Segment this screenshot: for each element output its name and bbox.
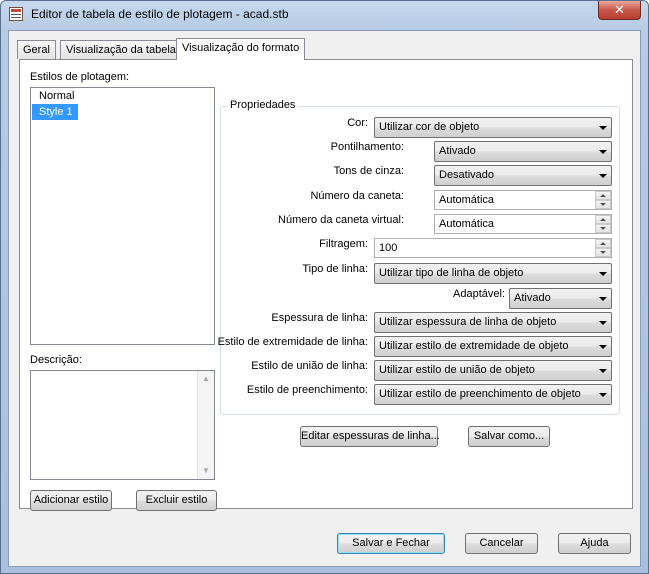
plot-styles-list[interactable]: Normal Style 1 [30,87,215,345]
adaptive-dropdown[interactable]: Ativado [509,288,612,309]
window-title: Editor de tabela de estilo de plotagem -… [31,7,289,21]
spin-down-icon[interactable] [595,200,611,209]
dialog-window: Editor de tabela de estilo de plotagem -… [0,0,649,574]
plot-styles-label: Estilos de plotagem: [30,71,130,83]
color-dropdown[interactable]: Utilizar cor de objeto [374,117,612,138]
line-end-style-value: Utilizar estilo de extremidade de objeto [379,340,569,352]
linetype-dropdown[interactable]: Utilizar tipo de linha de objeto [374,263,612,284]
adaptive-value: Ativado [514,292,551,304]
dithering-value: Ativado [439,145,476,157]
virtual-pen-number-value: Automática [439,218,495,230]
color-value: Utilizar cor de objeto [379,121,480,133]
line-join-style-value: Utilizar estilo de união de objeto [379,364,535,376]
dithering-dropdown[interactable]: Ativado [434,141,612,162]
dialog-client-area: Geral Visualização da tabela Visualizaçã… [8,30,641,567]
form-view-panel: Estilos de plotagem: Normal Style 1 Desc… [19,59,633,511]
grayscale-value: Desativado [439,169,495,181]
spinner-buttons[interactable] [595,239,611,257]
save-and-close-button[interactable]: Salvar e Fechar [337,533,445,554]
pen-number-spinner[interactable]: Automática [434,190,612,210]
chevron-down-icon [599,345,607,349]
lineweight-value: Utilizar espessura de linha de objeto [379,316,557,328]
chevron-down-icon [599,369,607,373]
spinner-buttons[interactable] [595,215,611,233]
properties-group: Propriedades Cor: Utilizar cor de objeto… [217,99,620,415]
spinner-buttons[interactable] [595,191,611,209]
pen-number-label: Número da caneta: [310,190,404,202]
spin-up-icon[interactable] [595,215,611,224]
tab-visualizacao-tabela[interactable]: Visualização da tabela [60,40,182,59]
grayscale-dropdown[interactable]: Desativado [434,165,612,186]
adaptive-label: Adaptável: [453,288,505,300]
spin-down-icon[interactable] [595,224,611,233]
spin-up-icon[interactable] [595,191,611,200]
chevron-down-icon [599,150,607,154]
line-join-style-label: Estilo de união de linha: [251,360,368,372]
screening-spinner[interactable]: 100 [374,238,612,258]
fill-style-dropdown[interactable]: Utilizar estilo de preenchimento de obje… [374,384,612,405]
list-item[interactable]: Normal [32,88,213,104]
virtual-pen-number-label: Número da caneta virtual: [278,214,404,226]
tab-visualizacao-formato[interactable]: Visualização do formato [176,38,306,60]
description-label: Descrição: [30,354,82,366]
scroll-down-icon[interactable]: ▼ [198,463,214,479]
dithering-label: Pontilhamento: [330,141,404,153]
tab-geral[interactable]: Geral [17,40,56,59]
pen-number-value: Automática [439,194,495,206]
chevron-down-icon [599,174,607,178]
chevron-down-icon [599,297,607,301]
grayscale-label: Tons de cinza: [333,165,404,177]
properties-title: Propriedades [227,99,299,111]
cancel-button[interactable]: Cancelar [465,533,538,554]
line-end-style-label: Estilo de extremidade de linha: [217,336,368,348]
virtual-pen-number-spinner[interactable]: Automática [434,214,612,234]
help-button[interactable]: Ajuda [558,533,631,554]
title-bar[interactable]: Editor de tabela de estilo de plotagem -… [1,1,648,29]
linetype-value: Utilizar tipo de linha de objeto [379,267,524,279]
chevron-down-icon [599,321,607,325]
edit-lineweights-button[interactable]: Editar espessuras de linha... [300,426,440,447]
fill-style-label: Estilo de preenchimento: [246,384,368,396]
delete-style-button[interactable]: Excluir estilo [136,490,217,511]
close-button[interactable]: ✕ [598,1,641,20]
fill-style-value: Utilizar estilo de preenchimento de obje… [379,388,581,400]
scroll-up-icon[interactable]: ▲ [198,371,214,387]
chevron-down-icon [599,393,607,397]
lineweight-label: Espessura de linha: [271,312,368,324]
chevron-down-icon [599,126,607,130]
chevron-down-icon [599,272,607,276]
screening-value: 100 [379,242,398,254]
list-item-selected[interactable]: Style 1 [32,104,78,120]
save-as-button[interactable]: Salvar como... [468,426,550,447]
spin-up-icon[interactable] [595,239,611,248]
description-scrollbar[interactable]: ▲ ▼ [197,371,214,479]
plot-style-table-icon [9,7,23,21]
line-end-style-dropdown[interactable]: Utilizar estilo de extremidade de objeto [374,336,612,357]
line-join-style-dropdown[interactable]: Utilizar estilo de união de objeto [374,360,612,381]
screening-label: Filtragem: [319,238,368,250]
linetype-label: Tipo de linha: [302,263,368,275]
add-style-button[interactable]: Adicionar estilo [30,490,112,511]
lineweight-dropdown[interactable]: Utilizar espessura de linha de objeto [374,312,612,333]
color-label: Cor: [347,117,368,129]
description-field[interactable]: ▲ ▼ [30,370,215,480]
spin-down-icon[interactable] [595,248,611,257]
